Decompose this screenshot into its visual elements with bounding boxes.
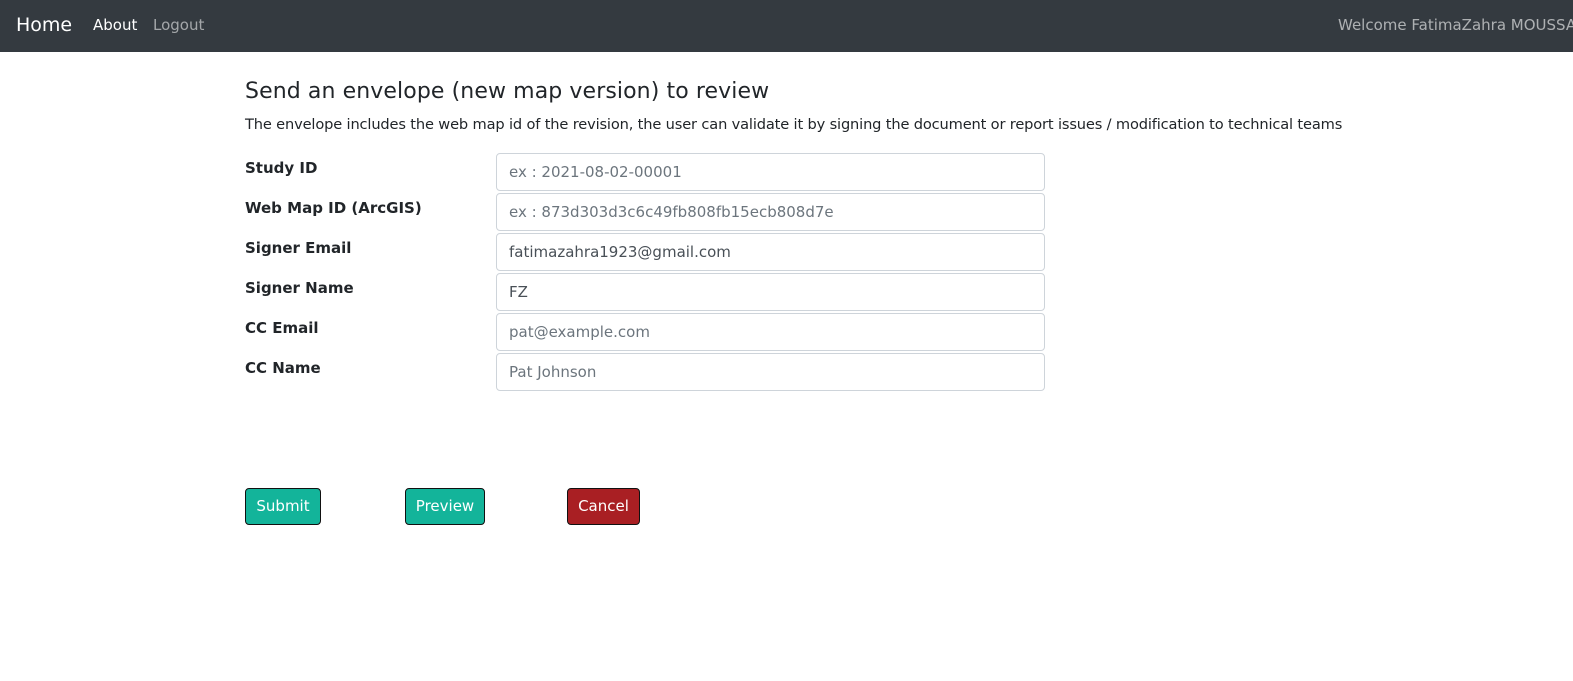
page-title: Send an envelope (new map version) to re… [245,79,770,104]
cc-name-input[interactable] [496,353,1045,391]
signer-name-input[interactable] [496,273,1045,311]
submit-button[interactable]: Submit [245,488,321,525]
cc-name-label: CC Name [245,359,321,377]
cc-email-input[interactable] [496,313,1045,351]
web-map-id-input[interactable] [496,193,1045,231]
study-id-label: Study ID [245,159,318,177]
nav-logout-link[interactable]: Logout [153,15,204,35]
study-id-input[interactable] [496,153,1045,191]
home-link[interactable]: Home [16,12,72,38]
top-navbar: Home About Logout Welcome FatimaZahra MO… [0,0,1573,52]
cancel-button[interactable]: Cancel [567,488,640,525]
signer-name-label: Signer Name [245,279,354,297]
web-map-id-label: Web Map ID (ArcGIS) [245,199,422,217]
preview-button[interactable]: Preview [405,488,485,525]
signer-email-input[interactable] [496,233,1045,271]
nav-about-link[interactable]: About [93,15,137,35]
signer-email-label: Signer Email [245,239,352,257]
welcome-text: Welcome FatimaZahra MOUSSAI [1338,16,1573,34]
page-description: The envelope includes the web map id of … [245,116,1343,133]
cc-email-label: CC Email [245,319,319,337]
